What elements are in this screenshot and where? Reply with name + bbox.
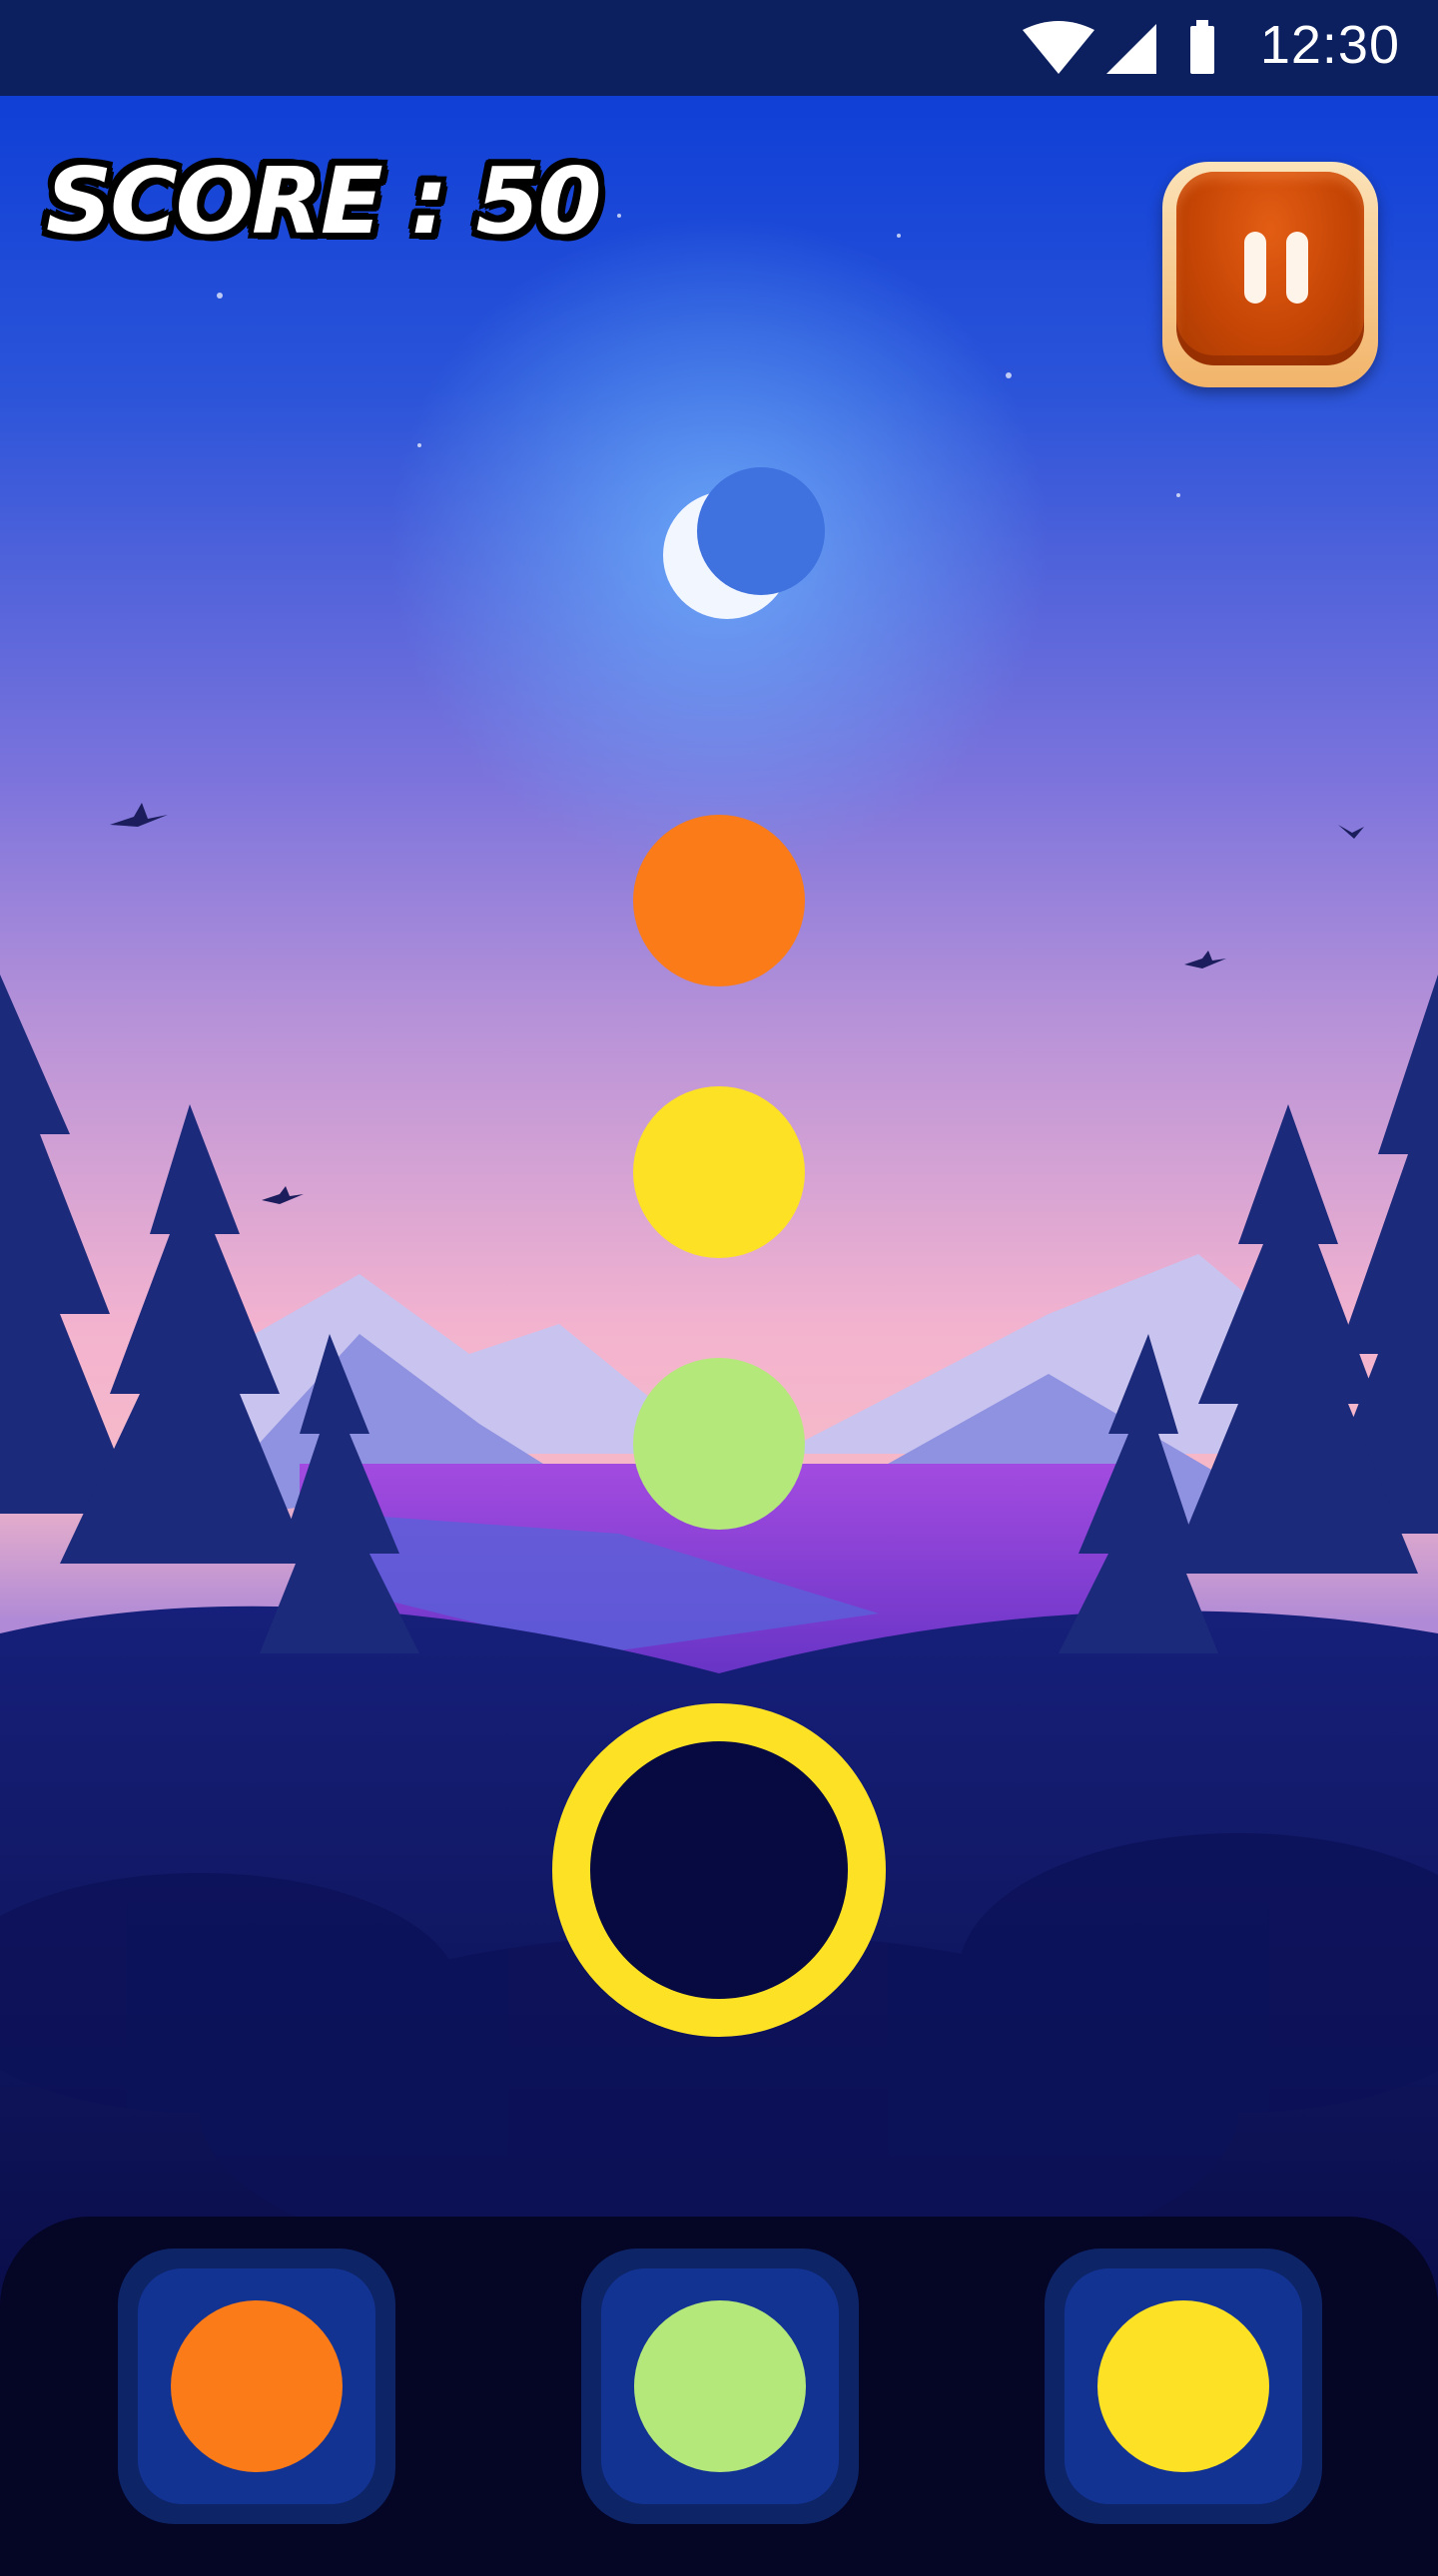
pause-button[interactable] <box>1162 162 1378 387</box>
wifi-icon <box>1023 21 1094 74</box>
status-icons <box>1023 20 1214 74</box>
pause-bar-left <box>1244 232 1266 304</box>
yellow-dot-icon <box>1097 2300 1269 2472</box>
signal-icon <box>1106 24 1156 74</box>
pause-icon <box>1176 172 1364 365</box>
color-button-orange[interactable] <box>118 2249 395 2524</box>
pause-bar-right <box>1286 232 1308 304</box>
color-button-green[interactable] <box>581 2249 859 2524</box>
color-button-yellow[interactable] <box>1045 2249 1322 2524</box>
night-forest-background <box>0 96 1438 2556</box>
battery-icon <box>1190 20 1214 74</box>
green-dot-icon <box>634 2300 806 2472</box>
orange-dot-icon <box>171 2300 343 2472</box>
falling-dot-yellow <box>633 1086 805 1258</box>
falling-dot-green <box>633 1358 805 1530</box>
status-time: 12:30 <box>1259 15 1400 75</box>
score-label: SCORE : 50 <box>46 148 602 255</box>
falling-dot-orange <box>633 815 805 986</box>
status-bar: 12:30 <box>0 0 1438 96</box>
target-ring <box>552 1703 886 2037</box>
